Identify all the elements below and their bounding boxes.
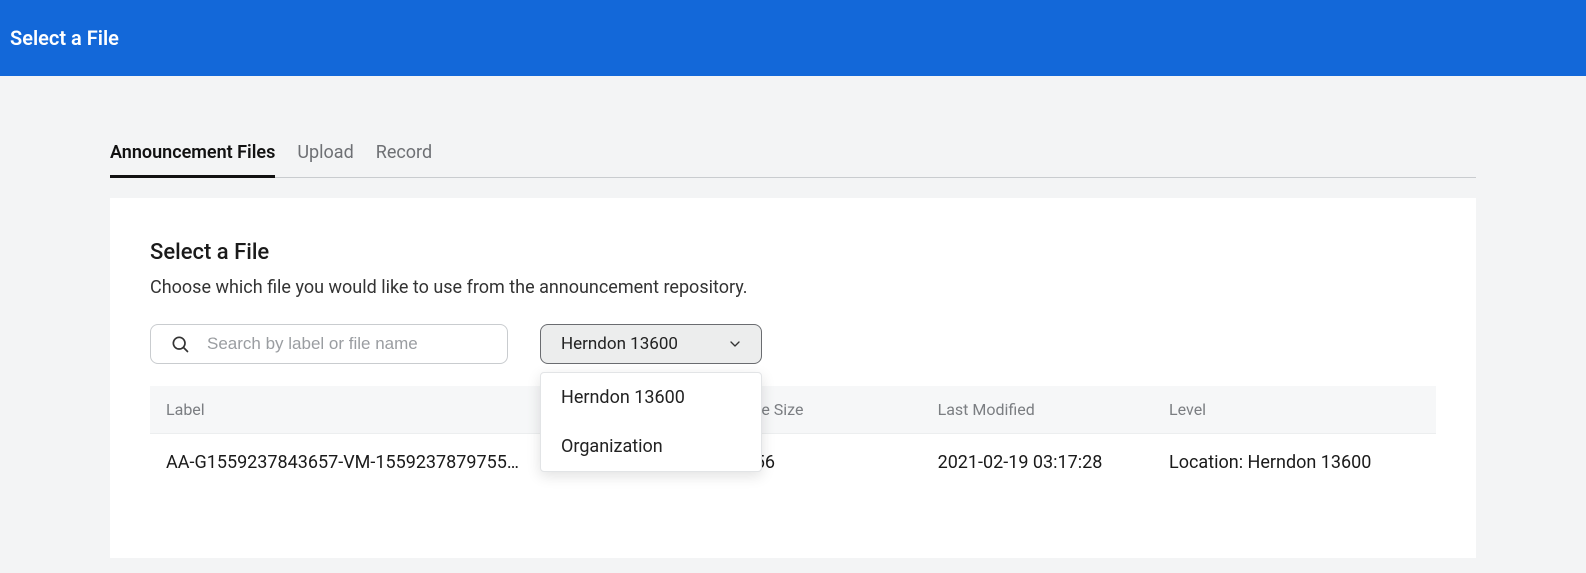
search-icon <box>170 334 190 354</box>
filter-dropdown-trigger[interactable]: Herndon 13600 <box>540 324 762 364</box>
top-bar-title: Select a File <box>10 26 119 50</box>
cell-level: Location: Herndon 13600 <box>1153 434 1436 492</box>
col-header-level[interactable]: Level <box>1153 386 1436 434</box>
panel: Select a File Choose which file you woul… <box>110 198 1476 558</box>
tab-upload[interactable]: Upload <box>297 136 353 178</box>
table-row[interactable]: AA-G1559237843657-VM-1559237879755.... 3… <box>150 434 1436 492</box>
top-bar: Select a File <box>0 0 1586 76</box>
controls-row: Herndon 13600 Herndon 13600 Organization <box>150 324 1436 364</box>
table-header-row: Label Name File Size Last Modified Level <box>150 386 1436 434</box>
page-wrap: Announcement Files Upload Record Select … <box>0 136 1586 558</box>
tab-announcement-files[interactable]: Announcement Files <box>110 136 275 178</box>
col-header-last-modified[interactable]: Last Modified <box>922 386 1153 434</box>
cell-label: AA-G1559237843657-VM-1559237879755.... <box>150 434 536 492</box>
tab-label: Upload <box>297 142 353 163</box>
filter-dropdown-menu: Herndon 13600 Organization <box>540 372 762 472</box>
col-header-label[interactable]: Label <box>150 386 536 434</box>
tab-label: Record <box>376 142 432 163</box>
chevron-down-icon <box>727 336 743 352</box>
filter-option-herndon-13600[interactable]: Herndon 13600 <box>541 373 761 422</box>
filter-selected-label: Herndon 13600 <box>561 334 678 354</box>
tab-label: Announcement Files <box>110 142 275 163</box>
files-table: Label Name File Size Last Modified Level… <box>150 386 1436 491</box>
search-wrap <box>150 324 508 364</box>
search-input[interactable] <box>150 324 508 364</box>
panel-description: Choose which file you would like to use … <box>150 277 1436 298</box>
filter-option-organization[interactable]: Organization <box>541 422 761 471</box>
cell-last-modified: 2021-02-19 03:17:28 <box>922 434 1153 492</box>
filter-option-label: Organization <box>561 436 663 457</box>
panel-title: Select a File <box>150 240 1436 265</box>
filter-option-label: Herndon 13600 <box>561 387 685 408</box>
filter-dropdown: Herndon 13600 Herndon 13600 Organization <box>540 324 762 364</box>
tab-record[interactable]: Record <box>376 136 432 178</box>
tabs: Announcement Files Upload Record <box>110 136 1476 178</box>
